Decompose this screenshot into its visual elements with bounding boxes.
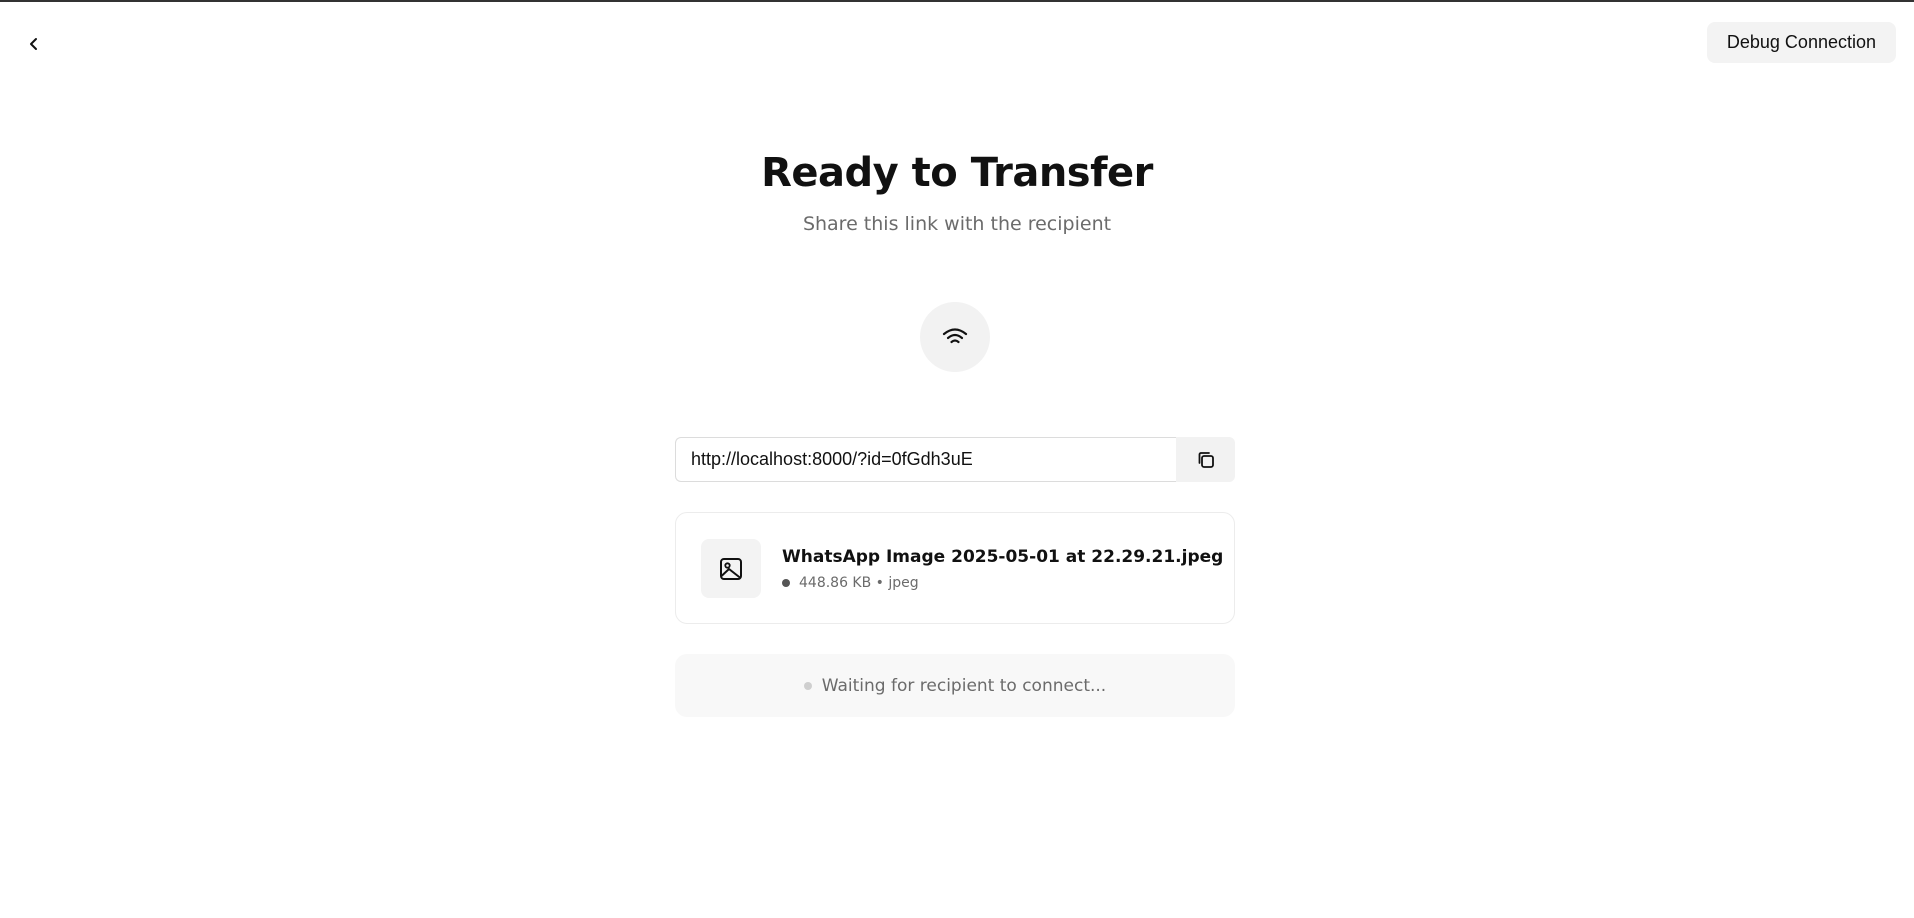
share-link-row <box>675 437 1235 482</box>
page-subtitle: Share this link with the recipient <box>802 213 1112 235</box>
copy-link-button[interactable] <box>1176 437 1235 482</box>
copy-icon <box>1198 451 1214 468</box>
image-icon <box>720 557 742 580</box>
waiting-dot-icon <box>803 681 812 690</box>
chevron-left-icon <box>30 38 37 50</box>
top-border <box>0 0 1914 2</box>
file-name: WhatsApp Image 2025-05-01 at 22.29.21.jp… <box>782 547 1224 567</box>
file-card: WhatsApp Image 2025-05-01 at 22.29.21.jp… <box>675 512 1235 624</box>
file-meta: 448.86 KB • jpeg <box>782 575 919 591</box>
file-meta-text: 448.86 KB • jpeg <box>799 575 919 591</box>
file-status-dot <box>782 579 790 587</box>
connection-status-indicator <box>920 302 990 372</box>
connection-status-box: Waiting for recipient to connect... <box>675 654 1235 717</box>
back-button[interactable] <box>22 32 46 56</box>
debug-connection-button[interactable]: Debug Connection <box>1706 22 1896 63</box>
wifi-icon <box>942 328 968 344</box>
status-text: Waiting for recipient to connect... <box>821 675 1107 696</box>
file-thumbnail <box>701 539 761 598</box>
share-link-input[interactable] <box>675 437 1176 482</box>
page-title: Ready to Transfer <box>761 150 1153 196</box>
